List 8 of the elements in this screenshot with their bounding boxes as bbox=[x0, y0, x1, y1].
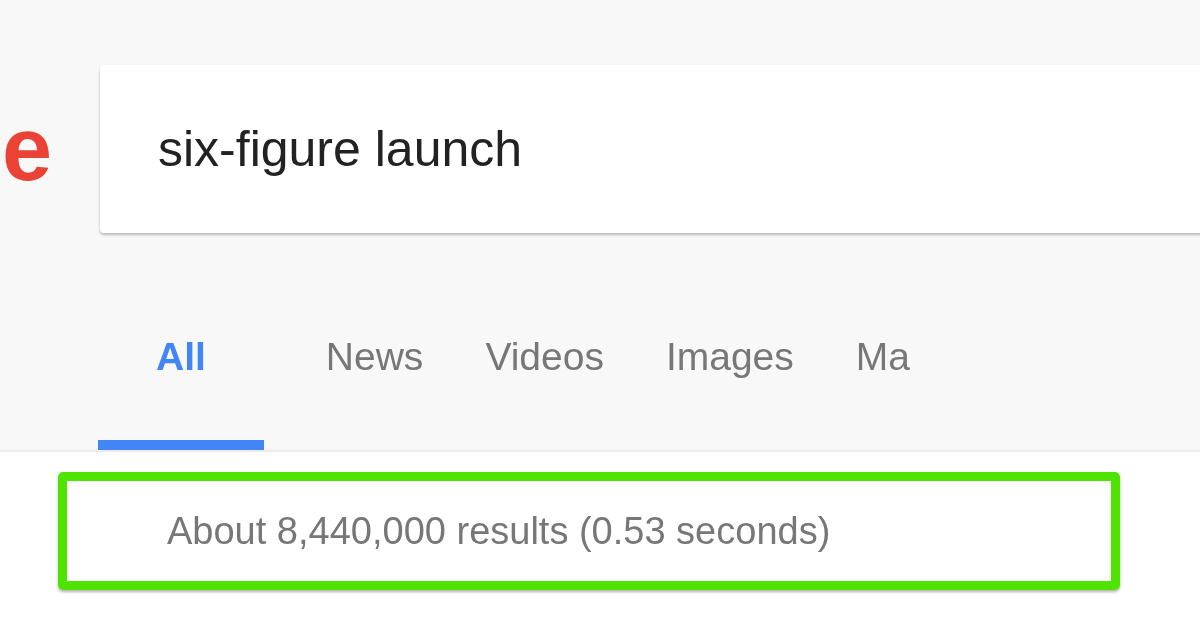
result-stats: About 8,440,000 results (0.53 seconds) bbox=[167, 508, 831, 554]
search-tab[interactable]: News bbox=[325, 303, 424, 450]
search-field[interactable]: six-figure launch bbox=[100, 65, 1200, 233]
search-tab[interactable]: All bbox=[98, 303, 264, 450]
logo-letter: e bbox=[2, 104, 54, 194]
search-tab[interactable]: Ma bbox=[855, 303, 910, 450]
search-tab[interactable]: Images bbox=[665, 303, 794, 450]
search-tab[interactable]: Videos bbox=[485, 303, 604, 450]
